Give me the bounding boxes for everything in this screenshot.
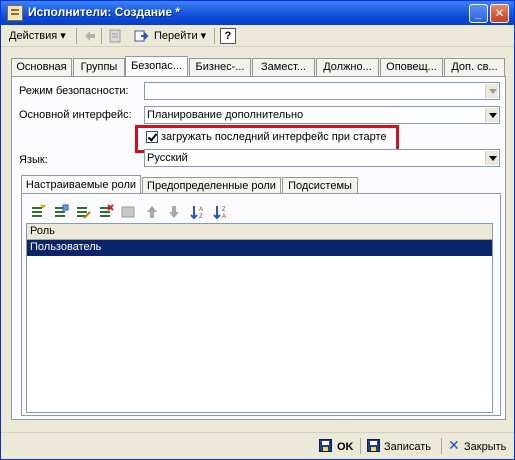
sort-ascending-icon[interactable]: AZ xyxy=(190,204,206,220)
column-header-role[interactable]: Роль xyxy=(27,224,492,240)
bottom-separator xyxy=(441,438,442,454)
main-interface-label: Основной интерфейс: xyxy=(19,109,132,121)
dropdown-arrow-icon[interactable] xyxy=(485,151,498,165)
toolbar-separator xyxy=(214,28,215,44)
tab-security[interactable]: Безопас... xyxy=(125,56,188,77)
svg-text:Z: Z xyxy=(199,214,203,220)
dropdown-arrow-icon[interactable] xyxy=(485,108,498,122)
add-row-icon[interactable] xyxy=(30,204,46,220)
goto-menu[interactable]: Перейти ▾ xyxy=(154,27,206,45)
help-button[interactable]: ? xyxy=(220,28,236,44)
bottom-bar: OK Записать ✕ Закрыть xyxy=(1,432,514,459)
main-interface-value: Планирование дополнительно xyxy=(147,109,304,121)
tab-notifications[interactable]: Оповещ... xyxy=(380,58,443,76)
toolbar-separator xyxy=(101,28,102,44)
main-interface-field[interactable]: Планирование дополнительно xyxy=(144,106,500,124)
role-cell: Пользователь xyxy=(30,241,102,253)
save-button[interactable]: Записать xyxy=(384,438,431,456)
tab-groups[interactable]: Группы xyxy=(73,58,125,76)
edit-row-icon[interactable] xyxy=(75,204,91,220)
window-title: Исполнители: Создание * xyxy=(28,5,181,19)
table-row[interactable]: Пользователь xyxy=(27,240,492,256)
close-button[interactable]: Закрыть xyxy=(464,438,506,456)
language-label: Язык: xyxy=(19,154,48,166)
move-up-icon[interactable] xyxy=(144,204,160,220)
chevron-down-icon: ▾ xyxy=(60,30,66,42)
move-down-icon[interactable] xyxy=(166,204,182,220)
roles-table[interactable]: Роль Пользователь xyxy=(26,223,493,413)
title-bar[interactable]: Исполнители: Создание * _ ✕ xyxy=(1,1,514,25)
document-icon[interactable] xyxy=(107,28,123,44)
language-value: Русский xyxy=(147,152,188,164)
bottom-separator xyxy=(360,438,361,454)
toolbar: Действия ▾ Перейти ▾ ? xyxy=(1,25,514,47)
svg-text:A: A xyxy=(222,214,226,220)
tab-positions[interactable]: Должно... xyxy=(316,58,379,76)
close-window-button[interactable]: ✕ xyxy=(490,4,509,23)
security-mode-label: Режим безопасности: xyxy=(19,85,129,97)
copy-row-icon[interactable] xyxy=(53,204,69,220)
tab-business[interactable]: Бизнес-... xyxy=(189,58,251,76)
app-window: Исполнители: Создание * _ ✕ Действия ▾ П… xyxy=(0,0,515,460)
floppy-disk-icon xyxy=(367,439,380,452)
language-field[interactable]: Русский xyxy=(144,149,500,167)
tab-deputies[interactable]: Замест... xyxy=(252,58,315,76)
close-icon: ✕ xyxy=(448,437,460,453)
tab-extra-properties[interactable]: Доп. св... xyxy=(444,58,505,76)
delete-row-icon[interactable] xyxy=(98,204,114,220)
toolbar-separator xyxy=(76,28,77,44)
dropdown-arrow-icon[interactable] xyxy=(485,84,498,98)
svg-text:A: A xyxy=(199,207,203,213)
arrow-left-icon[interactable] xyxy=(82,28,98,44)
goto-menu-label: Перейти xyxy=(154,30,198,42)
save-ok-icon xyxy=(319,439,332,452)
ok-button[interactable]: OK xyxy=(337,438,354,456)
load-interface-checkbox-label[interactable]: загружать последний интерфейс при старте xyxy=(161,131,387,143)
load-interface-checkbox[interactable] xyxy=(146,131,158,143)
goto-icon[interactable] xyxy=(133,28,149,44)
svg-text:Z: Z xyxy=(222,207,226,213)
tab-main[interactable]: Основная xyxy=(11,58,72,76)
security-mode-field[interactable] xyxy=(144,82,500,100)
sort-descending-icon[interactable]: ZA xyxy=(213,204,229,220)
chevron-down-icon: ▾ xyxy=(200,30,207,42)
actions-menu[interactable]: Действия ▾ xyxy=(9,27,66,45)
app-icon xyxy=(7,5,23,21)
end-edit-icon[interactable] xyxy=(120,204,136,220)
minimize-button[interactable]: _ xyxy=(469,4,488,23)
actions-menu-label: Действия xyxy=(9,30,58,42)
